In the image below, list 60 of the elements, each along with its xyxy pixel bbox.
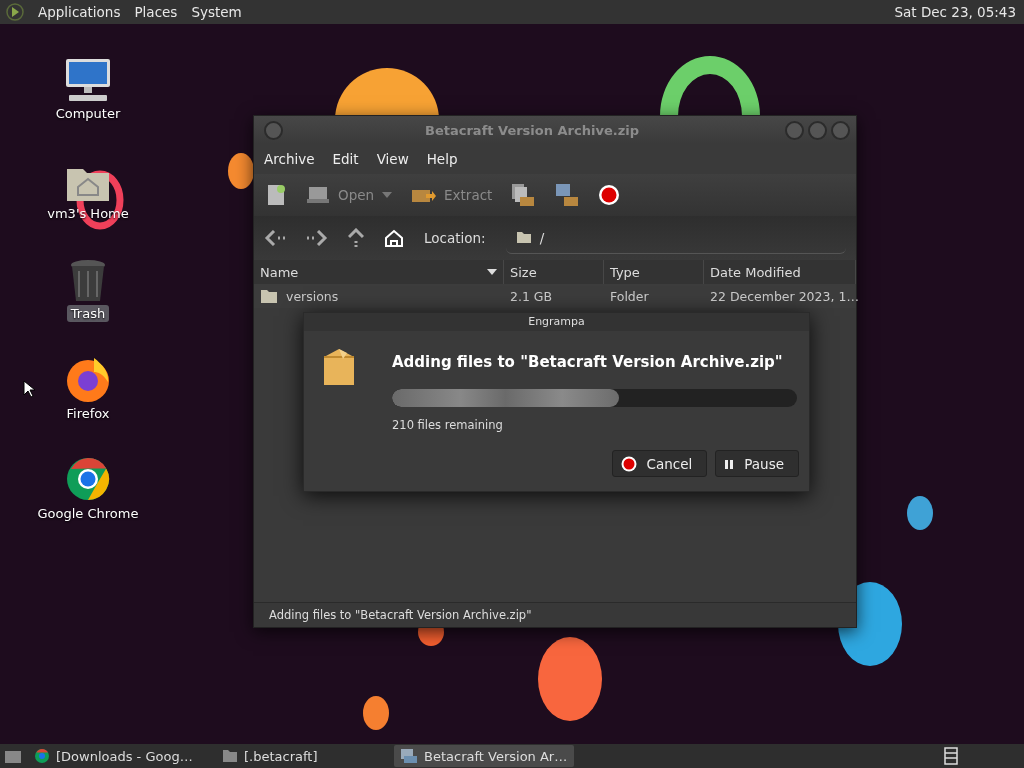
menu-item[interactable]: Edit xyxy=(332,151,359,167)
desktop-icon-label[interactable]: Firefox xyxy=(62,405,114,422)
panel-menu[interactable]: System xyxy=(191,4,242,20)
forward-icon[interactable] xyxy=(306,230,328,246)
show-desktop-icon[interactable] xyxy=(4,748,22,764)
column-header[interactable]: Size xyxy=(504,260,604,284)
back-icon[interactable] xyxy=(264,230,286,246)
table-cell: versions xyxy=(254,288,504,304)
panel-menu[interactable]: Applications xyxy=(38,4,121,20)
stop-icon[interactable] xyxy=(598,184,621,206)
up-icon[interactable] xyxy=(348,228,364,248)
folder-icon xyxy=(515,231,532,244)
wallpaper-bubble xyxy=(907,496,933,530)
panel-menu[interactable]: Places xyxy=(134,4,178,20)
firefox-icon xyxy=(64,355,112,403)
desktop-icon-label[interactable]: Google Chrome xyxy=(33,505,143,522)
table-cell-text: 2.1 GB xyxy=(509,288,554,304)
location-field[interactable]: / xyxy=(505,222,846,254)
wallpaper-bubble xyxy=(363,696,389,730)
taskbar-item[interactable]: [Downloads - Goog… xyxy=(28,745,210,767)
table-cell-text: 22 December 2023, 1… xyxy=(709,288,860,304)
desktop-icon-label[interactable]: Trash xyxy=(66,305,110,322)
dialog-heading: Adding files to "Betacraft Version Archive.zip" xyxy=(392,353,784,371)
chrome-icon xyxy=(64,455,112,503)
clock[interactable]: Sat Dec 23, 05:43 xyxy=(894,4,1016,20)
cancel-button[interactable]: Cancel xyxy=(611,450,708,477)
archive-icon xyxy=(400,748,418,764)
mouse-pointer-icon xyxy=(23,380,35,398)
menu-logo-icon[interactable] xyxy=(6,3,24,21)
wallpaper-bubble xyxy=(228,153,254,189)
menu-item[interactable]: Help xyxy=(426,151,458,167)
caret-icon[interactable] xyxy=(382,192,393,198)
folder-icon xyxy=(222,749,238,763)
location-label: Location: xyxy=(424,230,486,246)
menu-item[interactable]: View xyxy=(376,151,409,167)
table-cell-text: Folder xyxy=(609,288,650,304)
status-bar: Adding files to "Betacraft Version Archive.zip" xyxy=(254,602,856,627)
menu-item[interactable]: Archive xyxy=(264,151,315,167)
chrome-icon xyxy=(34,748,50,764)
sort-icon xyxy=(487,269,497,275)
add-files-icon[interactable] xyxy=(510,182,537,208)
package-icon xyxy=(322,347,356,387)
home-icon[interactable] xyxy=(384,229,404,247)
taskbar-item[interactable]: [.betacraft] xyxy=(216,745,388,767)
trash-icon xyxy=(69,259,107,303)
add-folder-icon[interactable] xyxy=(554,182,581,208)
folder-icon xyxy=(260,288,278,304)
desktop-icon-label[interactable]: Computer xyxy=(51,105,125,122)
workspace-switcher-icon[interactable] xyxy=(944,747,958,765)
computer-icon xyxy=(63,57,113,103)
pause-icon xyxy=(724,458,735,469)
files-remaining-text: 210 files remaining xyxy=(392,418,504,432)
column-header[interactable]: Date Modified xyxy=(704,260,856,284)
column-header[interactable]: Name xyxy=(254,260,504,284)
window-title: Betacraft Version Archive.zip xyxy=(424,122,640,138)
taskbar-item[interactable]: Betacraft Version Ar… xyxy=(394,745,574,767)
column-header[interactable]: Type xyxy=(604,260,704,284)
pause-button[interactable]: Pause xyxy=(715,450,799,477)
dialog-title: Engrampa xyxy=(304,313,809,331)
stop-icon xyxy=(620,455,637,472)
